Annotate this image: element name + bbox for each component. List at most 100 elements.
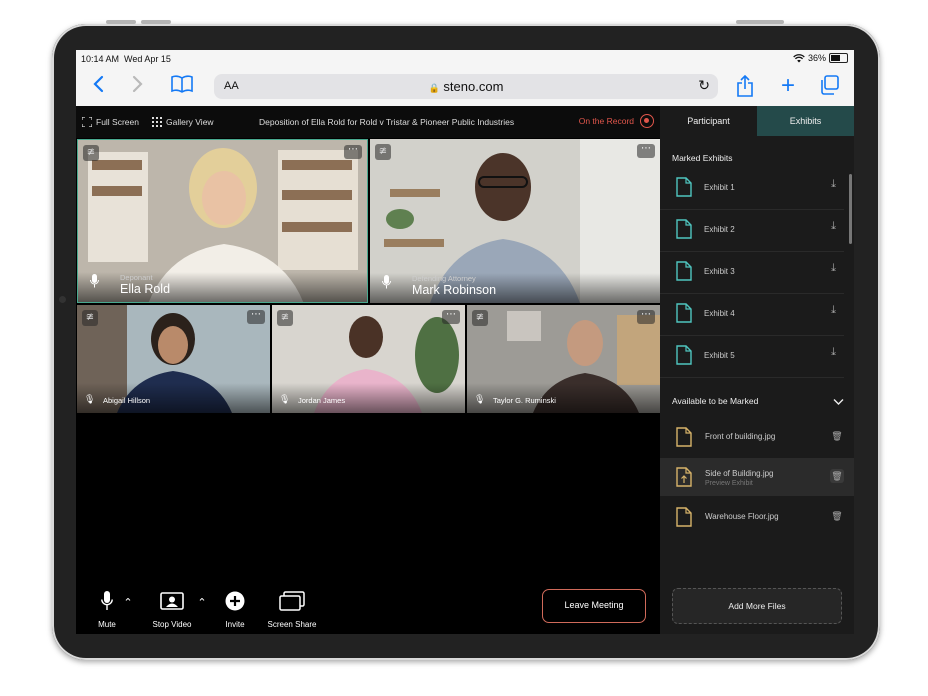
panel-tabs: Participant Exhibits <box>660 106 854 136</box>
add-more-files-button[interactable]: Add More Files <box>672 588 842 624</box>
forward-icon[interactable] <box>128 75 148 97</box>
file-row[interactable]: Warehouse Floor.jpg 🗑 <box>660 498 854 536</box>
gallery-view-button[interactable]: Gallery View <box>152 117 214 127</box>
record-status-label: On the Record <box>578 116 634 126</box>
exhibit-label: Exhibit 5 <box>704 351 735 360</box>
back-icon[interactable] <box>88 75 108 97</box>
file-row[interactable]: Side of Building.jpg Preview Exhibit 🗑 <box>660 458 854 496</box>
full-screen-label: Full Screen <box>96 117 139 127</box>
exhibit-label: Exhibit 2 <box>704 225 735 234</box>
more-options-icon[interactable]: ⋯ <box>247 310 265 324</box>
video-tile[interactable]: ≇ ⋯ Defending Attorney Mark Robinson <box>370 139 660 303</box>
invite-button[interactable]: Invite <box>220 590 250 629</box>
stop-video-button[interactable]: Stop Video <box>148 590 196 629</box>
screen-share-label: Screen Share <box>267 620 317 629</box>
file-icon <box>676 427 692 447</box>
file-row[interactable]: Front of building.jpg 🗑 <box>660 418 854 456</box>
document-icon <box>676 345 692 365</box>
microphone-icon <box>90 274 99 293</box>
video-tile[interactable]: ≇ ⋯ Deponant Ella Rold <box>77 139 368 303</box>
wifi-icon: ≇ <box>277 310 293 326</box>
download-icon[interactable]: ⤓ <box>831 220 836 233</box>
screen: 10:14 AM Wed Apr 15 36% AA 🔒 steno.com ↻… <box>76 50 854 634</box>
address-bar[interactable]: AA 🔒 steno.com ↻ <box>214 74 718 99</box>
wifi-icon: ≇ <box>375 144 391 160</box>
participant-name: Mark Robinson <box>412 283 497 297</box>
video-tile[interactable]: ≇ ⋯ 🎙 Taylor G. Ruminski <box>467 305 660 413</box>
trash-icon[interactable]: 🗑 <box>830 429 844 443</box>
wifi-status-icon <box>793 53 805 62</box>
browser-toolbar: AA 🔒 steno.com ↻ + <box>76 68 854 107</box>
exhibits-panel: Participant Exhibits Marked Exhibits Exh… <box>660 106 854 634</box>
participant-role: Deponant <box>120 273 153 282</box>
fullscreen-icon <box>82 117 92 127</box>
exhibit-label: Exhibit 4 <box>704 309 735 318</box>
download-icon[interactable]: ⤓ <box>831 262 836 275</box>
participant-name: Taylor G. Ruminski <box>493 396 556 405</box>
mute-options-chevron[interactable]: ⌃ <box>122 596 134 609</box>
download-icon[interactable]: ⤓ <box>831 346 836 359</box>
mic-muted-icon: 🎙 <box>474 394 486 404</box>
new-tab-icon[interactable]: + <box>778 74 798 98</box>
full-screen-button[interactable]: Full Screen <box>82 117 139 127</box>
trash-icon[interactable]: 🗑 <box>830 469 844 483</box>
reload-icon[interactable]: ↻ <box>698 77 710 94</box>
leave-meeting-button[interactable]: Leave Meeting <box>542 589 646 623</box>
front-camera <box>59 296 66 303</box>
more-options-icon[interactable]: ⋯ <box>637 144 655 158</box>
microphone-icon <box>101 591 113 610</box>
download-icon[interactable]: ⤓ <box>831 178 836 191</box>
document-icon <box>676 261 692 281</box>
tab-participant[interactable]: Participant <box>660 106 757 136</box>
collapse-chevron-icon[interactable] <box>833 393 844 411</box>
hardware-button <box>141 20 171 24</box>
exhibit-row[interactable]: Exhibit 1 ⤓ <box>660 168 844 210</box>
exhibit-label: Exhibit 3 <box>704 267 735 276</box>
tabs-overview-icon[interactable] <box>818 75 840 97</box>
stop-video-label: Stop Video <box>152 620 192 629</box>
url-text: steno.com <box>443 79 504 94</box>
invite-label: Invite <box>225 620 245 629</box>
file-name: Side of Building.jpg <box>705 469 774 478</box>
exhibit-row[interactable]: Exhibit 2 ⤓ <box>660 210 844 252</box>
grid-icon <box>152 117 162 127</box>
mute-label: Mute <box>98 620 116 629</box>
trash-icon[interactable]: 🗑 <box>830 509 844 523</box>
tab-exhibits[interactable]: Exhibits <box>757 106 854 136</box>
video-options-chevron[interactable]: ⌃ <box>196 596 208 609</box>
more-options-icon[interactable]: ⋯ <box>637 310 655 324</box>
participant-name: Abigail Hillson <box>103 396 151 405</box>
video-icon <box>160 592 184 610</box>
document-icon <box>676 177 692 197</box>
more-options-icon[interactable]: ⋯ <box>442 310 460 324</box>
battery-icon <box>829 53 848 63</box>
exhibit-row[interactable]: Exhibit 3 ⤓ <box>660 252 844 294</box>
status-date: Wed Apr 15 <box>124 54 171 64</box>
plus-circle-icon <box>225 591 245 611</box>
preview-exhibit-link[interactable]: Preview Exhibit <box>705 480 753 487</box>
video-tile[interactable]: ≇ ⋯ 🎙 Jordan James <box>272 305 465 413</box>
video-tile[interactable]: ≇ ⋯ 🎙 Abigail Hillson <box>77 305 270 413</box>
download-icon[interactable]: ⤓ <box>831 304 836 317</box>
screen-share-button[interactable]: Screen Share <box>264 590 320 629</box>
document-icon <box>676 219 692 239</box>
scrollbar[interactable] <box>849 174 852 244</box>
document-icon <box>676 303 692 323</box>
gallery-view-label: Gallery View <box>166 117 214 127</box>
exhibit-row[interactable]: Exhibit 4 ⤓ <box>660 294 844 336</box>
status-time: 10:14 AM <box>81 54 120 64</box>
more-options-icon[interactable]: ⋯ <box>344 145 362 159</box>
meeting-title: Deposition of Ella Rold for Rold v Trist… <box>259 117 515 127</box>
hardware-button <box>736 20 784 24</box>
share-icon[interactable] <box>734 74 756 97</box>
mute-button[interactable]: Mute <box>90 590 124 629</box>
bookmarks-icon[interactable] <box>170 75 194 97</box>
wifi-icon: ≇ <box>472 310 488 326</box>
wifi-icon: ≇ <box>82 310 98 326</box>
record-status[interactable]: On the Record <box>579 114 654 128</box>
status-bar: 10:14 AM Wed Apr 15 36% <box>76 50 854 68</box>
mic-muted-icon: 🎙 <box>84 394 96 404</box>
battery-percent: 36% <box>807 53 826 63</box>
exhibit-row[interactable]: Exhibit 5 ⤓ <box>660 336 844 378</box>
wifi-icon: ≇ <box>83 145 99 161</box>
